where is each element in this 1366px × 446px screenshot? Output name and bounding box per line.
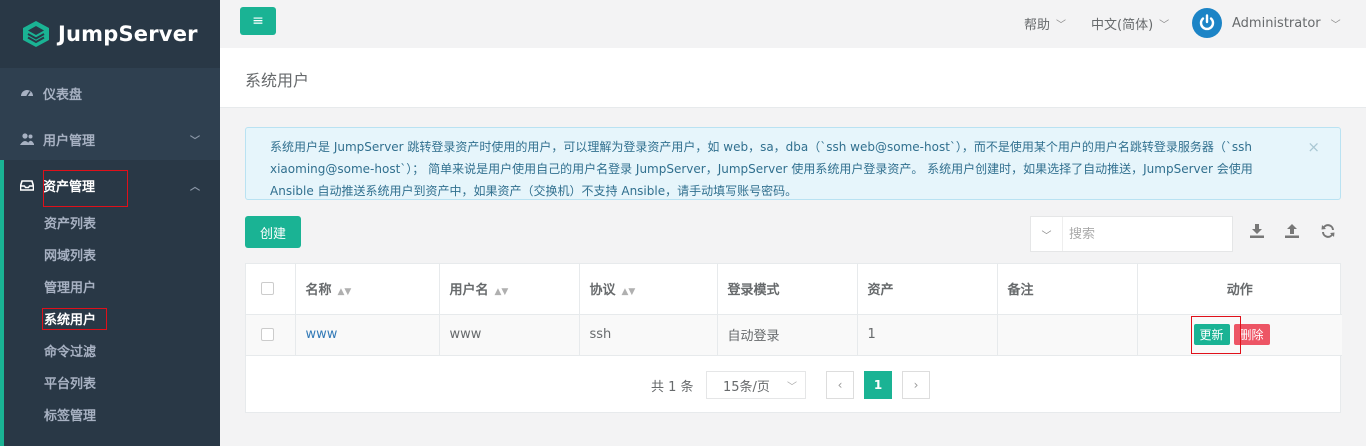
help-label: 帮助 xyxy=(1024,17,1051,33)
chevron-down-icon: ﹀ xyxy=(1330,19,1341,31)
language-menu[interactable]: 中文(简体) ﹀ xyxy=(1091,0,1169,46)
column-header-comment: 备注 xyxy=(997,264,1138,315)
column-header-username[interactable]: 用户名 ▲▼ xyxy=(439,264,580,315)
language-label: 中文(简体) xyxy=(1091,17,1154,33)
highlight-box xyxy=(42,308,107,330)
protocol-cell: ssh xyxy=(579,314,718,356)
page-title: 系统用户 xyxy=(245,71,310,90)
chevron-down-icon: ﹀ xyxy=(1159,19,1170,31)
column-header-name[interactable]: 名称 ▲▼ xyxy=(295,264,440,315)
info-alert: 系统用户是 JumpServer 跳转登录资产时使用的用户，可以理解为登录资产用… xyxy=(245,127,1341,200)
chevron-down-icon: ﹀ xyxy=(190,135,200,147)
sidebar-item-dashboard[interactable]: 仪表盘 xyxy=(0,80,220,106)
user-menu[interactable]: Administrator ﹀ xyxy=(1192,0,1341,46)
prev-page-button[interactable]: ‹ xyxy=(826,371,854,399)
avatar xyxy=(1192,8,1222,38)
row-select-cell xyxy=(246,314,296,356)
sidebar-subitem-command-filter[interactable]: 命令过滤 xyxy=(44,341,96,360)
chevron-left-icon: ‹ xyxy=(837,378,843,392)
create-button[interactable]: 创建 xyxy=(245,216,301,248)
chevron-down-icon: ﹀ xyxy=(1056,19,1067,31)
search-field: ﹀ xyxy=(1030,216,1233,252)
pagination: 共 1 条 15条/页 ﹀ ‹ 1 › xyxy=(245,356,1341,412)
chevron-down-icon[interactable]: ﹀ xyxy=(1031,217,1063,251)
column-header-assets: 资产 xyxy=(857,264,998,315)
next-page-button[interactable]: › xyxy=(902,371,930,399)
app-name: JumpServer xyxy=(58,22,198,46)
sidebar-item-label: 仪表盘 xyxy=(43,87,83,103)
table-row: www www ssh 自动登录 1 更新 删除 xyxy=(246,314,1342,356)
sort-icon: ▲▼ xyxy=(494,287,509,298)
comment-cell xyxy=(997,314,1138,356)
logo[interactable]: JumpServer xyxy=(0,0,220,68)
inbox-icon xyxy=(20,180,34,191)
chevron-down-icon: ﹀ xyxy=(787,381,797,393)
sidebar-subitem-platform-list[interactable]: 平台列表 xyxy=(44,373,96,392)
alert-text: 系统用户是 JumpServer 跳转登录资产时使用的用户，可以理解为登录资产用… xyxy=(270,140,1253,198)
sidebar-subitem-domain-list[interactable]: 网域列表 xyxy=(44,245,96,264)
menu-toggle-button[interactable]: ≡ xyxy=(240,7,276,35)
row-checkbox[interactable] xyxy=(261,328,274,341)
users-icon xyxy=(20,133,34,145)
column-header-actions: 动作 xyxy=(1137,264,1342,315)
sidebar-item-label: 用户管理 xyxy=(43,133,96,149)
select-all-checkbox[interactable] xyxy=(261,282,274,296)
header-label: 名称 xyxy=(305,283,332,299)
assets-cell: 1 xyxy=(857,314,998,356)
search-input[interactable] xyxy=(1063,226,1223,242)
highlight-box xyxy=(1191,316,1241,354)
sort-icon: ▲▼ xyxy=(621,287,636,298)
page-size-value: 15条/页 xyxy=(723,379,770,395)
name-link[interactable]: www xyxy=(306,327,338,342)
dashboard-icon xyxy=(21,90,33,97)
header-label: 用户名 xyxy=(449,283,489,299)
chevron-up-icon: ︿ xyxy=(190,181,200,193)
hamburger-icon: ≡ xyxy=(252,13,264,29)
page-button[interactable]: 1 xyxy=(864,371,892,399)
refresh-icon[interactable] xyxy=(1320,223,1336,239)
help-menu[interactable]: 帮助 ﹀ xyxy=(1024,0,1066,46)
sort-icon: ▲▼ xyxy=(337,287,352,298)
page-size-select[interactable]: 15条/页 ﹀ xyxy=(706,371,806,399)
total-count: 共 1 条 xyxy=(651,380,694,395)
top-navbar: ≡ 帮助 ﹀ 中文(简体) ﹀ Administrator ﹀ xyxy=(220,0,1366,48)
power-icon xyxy=(1199,14,1215,31)
highlight-box xyxy=(43,170,128,207)
column-header-protocol[interactable]: 协议 ▲▼ xyxy=(579,264,718,315)
upload-icon[interactable] xyxy=(1284,223,1300,239)
column-header-login-mode: 登录模式 xyxy=(717,264,858,315)
download-icon[interactable] xyxy=(1249,223,1265,239)
username-cell: www xyxy=(439,314,580,356)
chevron-right-icon: › xyxy=(913,378,919,392)
select-all-cell xyxy=(246,264,296,315)
sidebar: JumpServer 仪表盘 用户管理 ﹀ 资产管理 ︿ 资产列表 网域列表 管… xyxy=(0,0,220,446)
name-cell: www xyxy=(295,314,440,356)
jumpserver-logo-icon xyxy=(23,21,49,47)
sidebar-subitem-asset-list[interactable]: 资产列表 xyxy=(44,213,96,232)
username-label: Administrator xyxy=(1232,15,1321,31)
sidebar-subitem-label-management[interactable]: 标签管理 xyxy=(44,405,96,424)
sidebar-item-users[interactable]: 用户管理 ﹀ xyxy=(0,126,220,152)
page-header: 系统用户 xyxy=(220,48,1366,108)
table-header-row: 名称 ▲▼ 用户名 ▲▼ 协议 ▲▼ 登录模式 资产 备注 动作 xyxy=(246,264,1342,315)
login-mode-cell: 自动登录 xyxy=(717,314,858,356)
sidebar-subitem-admin-user[interactable]: 管理用户 xyxy=(44,277,96,296)
close-icon[interactable]: × xyxy=(1307,136,1320,158)
header-label: 协议 xyxy=(589,283,616,299)
